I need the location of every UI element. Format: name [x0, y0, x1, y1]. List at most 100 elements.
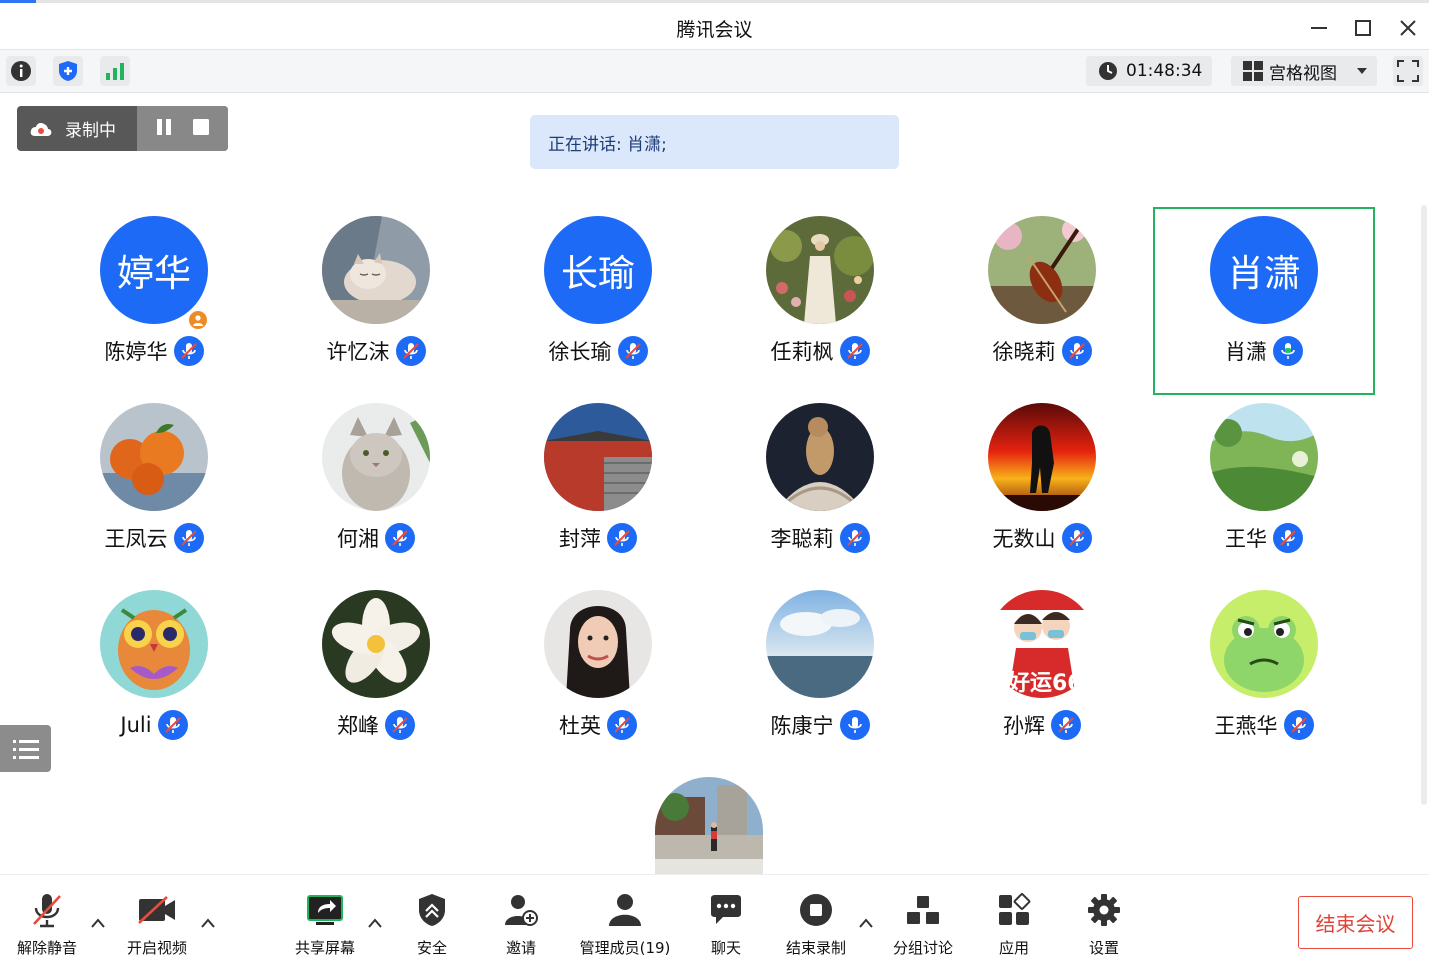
host-badge-icon — [187, 309, 209, 331]
participant-tile[interactable]: 无数山 — [932, 403, 1152, 589]
participant-tile[interactable]: 王燕华 — [1154, 590, 1374, 776]
participant-name: 肖潇 — [1225, 340, 1267, 364]
meeting-window: { "window": { "title": "腾讯会议" }, "topbar… — [0, 0, 1429, 960]
audio-options-caret[interactable] — [90, 915, 106, 931]
participant-tile[interactable]: 李聪莉 — [710, 403, 930, 589]
participant-tile[interactable]: 许忆沫 — [266, 216, 486, 402]
minimize-icon — [1311, 27, 1327, 29]
avatar-cat — [322, 403, 430, 511]
meeting-timer: 01:48:34 — [1086, 56, 1212, 86]
avatar: 婷华 — [100, 216, 208, 324]
caret-up-icon — [859, 918, 873, 928]
layout-view-dropdown[interactable]: 宫格视图 — [1231, 56, 1377, 86]
close-button[interactable] — [1395, 15, 1421, 41]
signal-bars-icon — [106, 63, 124, 80]
info-icon — [11, 61, 31, 81]
participant-list-toggle[interactable] — [0, 725, 51, 772]
svg-text:好运66: 好运66 — [1007, 670, 1083, 696]
participant-tile[interactable]: 王凤云 — [44, 403, 264, 589]
window-title: 腾讯会议 — [676, 19, 753, 41]
avatar-red-wall-building — [544, 403, 652, 511]
mic-muted-icon — [1283, 710, 1314, 740]
network-status-button[interactable] — [100, 56, 130, 86]
participant-name: 王凤云 — [104, 527, 168, 551]
participant-tile[interactable]: 徐晓莉 — [932, 216, 1152, 402]
share-screen-button[interactable]: 共享屏幕 — [292, 892, 358, 958]
unmute-button[interactable]: 解除静音 — [14, 892, 80, 958]
avatar-white-flower — [322, 590, 430, 698]
close-icon — [1400, 20, 1416, 36]
share-options-caret[interactable] — [367, 915, 383, 931]
participant-tile-active-speaker[interactable]: 肖潇 肖潇 — [1154, 216, 1374, 402]
chat-button[interactable]: 聊天 — [700, 892, 752, 958]
settings-button[interactable]: 设置 — [1078, 892, 1130, 958]
avatar-sea-and-sky — [766, 590, 874, 698]
caret-down-icon — [1357, 68, 1367, 74]
participant-name: 徐晓莉 — [992, 340, 1056, 364]
control-bar: 解除静音 开启视频 共享屏幕 安全 邀请 管理成员(19) 聊天 结束录制 分组… — [0, 874, 1429, 960]
security-button[interactable]: 安全 — [406, 892, 458, 958]
invite-button[interactable]: 邀请 — [495, 892, 547, 958]
participant-name: 王华 — [1225, 527, 1267, 551]
mic-muted-icon — [1061, 523, 1092, 553]
mic-speaking-icon — [1273, 336, 1303, 366]
participant-name: 何湘 — [337, 527, 379, 551]
video-off-icon — [137, 892, 177, 928]
invite-label: 邀请 — [505, 939, 536, 957]
pause-recording-button[interactable] — [154, 117, 174, 141]
stop-recording-button[interactable] — [191, 117, 211, 141]
avatar: 长瑜 — [544, 216, 652, 324]
fullscreen-icon — [1397, 60, 1419, 82]
participant-tile[interactable]: 好运66 孙辉 — [932, 590, 1152, 776]
participant-name: 任莉枫 — [770, 340, 834, 364]
participant-name: 孙辉 — [1003, 714, 1045, 738]
scrollbar[interactable] — [1421, 205, 1427, 805]
participant-avatar-partial — [655, 777, 763, 874]
participant-name: 陈康宁 — [770, 714, 834, 738]
video-options-caret[interactable] — [200, 915, 216, 931]
mic-muted-icon — [839, 336, 870, 366]
maximize-button[interactable] — [1350, 15, 1376, 41]
avatar-lady-in-garden — [766, 216, 874, 324]
minimize-button[interactable] — [1306, 15, 1332, 41]
add-user-icon — [501, 892, 541, 928]
start-video-label: 开启视频 — [126, 939, 187, 957]
timer-text: 01:48:34 — [1126, 61, 1203, 81]
participant-name: 郑峰 — [337, 714, 379, 738]
participant-tile[interactable]: 长瑜 徐长瑜 — [488, 216, 708, 402]
apps-button[interactable]: 应用 — [988, 892, 1040, 958]
participant-tile[interactable]: 郑峰 — [266, 590, 486, 776]
security-status-button[interactable] — [53, 56, 83, 86]
participant-tile[interactable]: 婷华 陈婷华 — [44, 216, 264, 402]
participant-tile[interactable]: 陈康宁 — [710, 590, 930, 776]
title-bar: 腾讯会议 — [0, 0, 1429, 50]
recording-status: 录制中 — [17, 106, 137, 151]
fullscreen-button[interactable] — [1393, 56, 1423, 86]
recording-options-caret[interactable] — [858, 915, 874, 931]
caret-up-icon — [201, 918, 215, 928]
end-recording-button[interactable]: 结束录制 — [782, 892, 850, 958]
breakout-rooms-button[interactable]: 分组讨论 — [889, 892, 957, 958]
mic-muted-icon — [173, 523, 204, 553]
participant-tile[interactable]: 王华 — [1154, 403, 1374, 589]
end-meeting-button[interactable]: 结束会议 — [1298, 896, 1413, 949]
participant-tile[interactable]: 任莉枫 — [710, 216, 930, 402]
participant-tile[interactable]: Juli — [44, 590, 264, 776]
mic-muted-icon — [617, 336, 648, 366]
layout-view-label: 宫格视图 — [1269, 63, 1337, 84]
start-video-button[interactable]: 开启视频 — [124, 892, 190, 958]
participant-tile[interactable]: 何湘 — [266, 403, 486, 589]
meeting-info-button[interactable] — [6, 56, 36, 86]
shield-icon — [59, 61, 77, 81]
participant-name: 李聪莉 — [770, 527, 834, 551]
tab-accent — [0, 0, 36, 3]
participant-tile[interactable]: 封萍 — [488, 403, 708, 589]
participant-name: 陈婷华 — [104, 340, 168, 364]
avatar-cartoon-frog — [1210, 590, 1318, 698]
stop-icon — [193, 118, 210, 135]
caret-up-icon — [91, 918, 105, 928]
manage-members-button[interactable]: 管理成员(19) — [578, 892, 672, 958]
avatar-woman-portrait — [544, 590, 652, 698]
participant-tile[interactable]: 杜英 — [488, 590, 708, 776]
mic-muted-icon — [1051, 710, 1081, 740]
